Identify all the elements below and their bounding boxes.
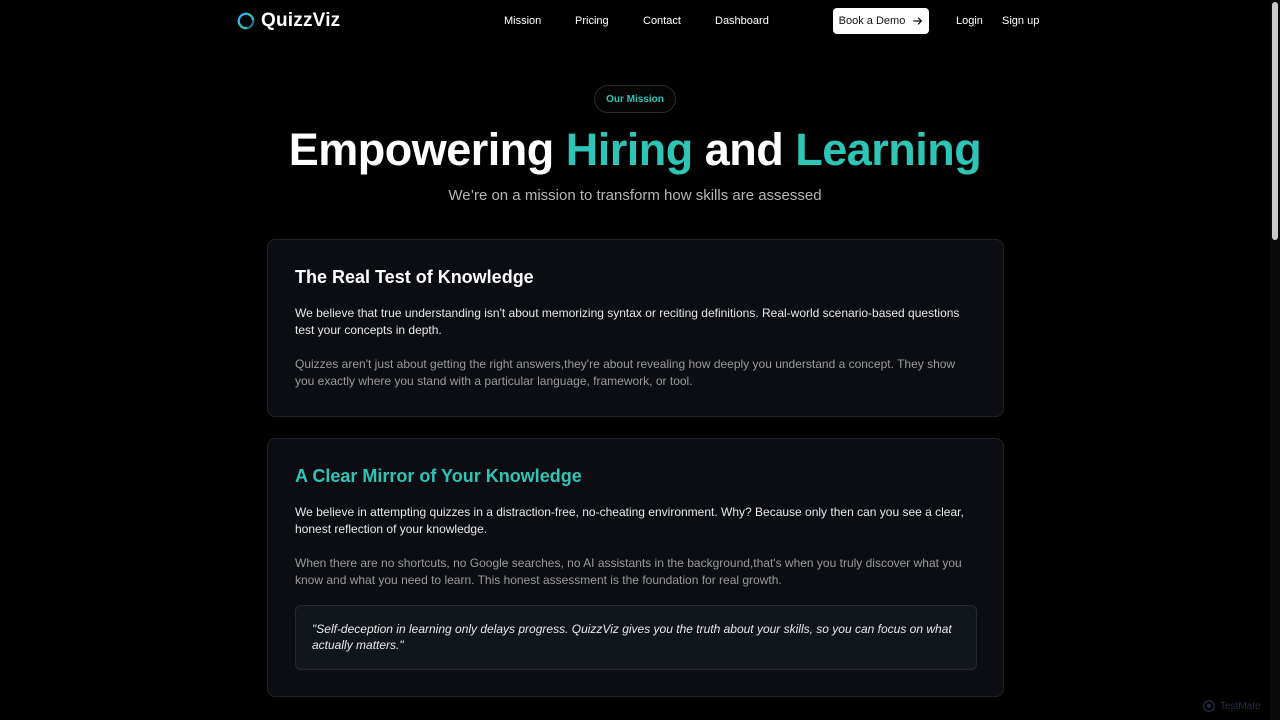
card-paragraph-muted: When there are no shortcuts, no Google s… [295, 556, 962, 587]
nav-link-contact[interactable]: Contact [643, 15, 681, 27]
card-title: The Real Test of Knowledge [295, 267, 534, 287]
scrollbar-thumb[interactable] [1272, 2, 1278, 240]
nav-link-mission[interactable]: Mission [504, 15, 541, 27]
hero-subtitle: We’re on a mission to transform how skil… [448, 187, 822, 204]
watermark-text: TestMate [1220, 700, 1261, 712]
brand-logo[interactable]: QuizzViz [237, 10, 340, 32]
quote-block: "Self-deception in learning only delays … [295, 605, 977, 670]
nav-link-pricing[interactable]: Pricing [575, 15, 609, 27]
top-navigation: QuizzViz Mission Pricing Contact Dashboa… [0, 0, 1270, 42]
card-title: A Clear Mirror of Your Knowledge [295, 466, 582, 486]
book-demo-label: Book a Demo [838, 15, 906, 27]
hero-title-accent-learning: Learning [795, 124, 982, 175]
hero-title: Empowering Hiring and Learning [0, 124, 1270, 176]
book-demo-button[interactable]: Book a Demo [833, 8, 929, 34]
hero-title-part2: and [692, 124, 796, 175]
circular-arrows-logo-icon [237, 12, 255, 30]
watermark: TestMate [1202, 699, 1261, 713]
gear-logo-icon [1203, 700, 1215, 712]
brand-name: QuizzViz [261, 10, 341, 31]
card-paragraph-muted: Quizzes aren't just about getting the ri… [295, 357, 956, 388]
arrow-right-icon [913, 17, 923, 25]
card-paragraph: We believe in attempting quizzes in a di… [295, 505, 964, 536]
our-mission-badge: Our Mission [594, 85, 676, 113]
signup-link[interactable]: Sign up [1002, 15, 1039, 27]
card-clear-mirror: A Clear Mirror of Your Knowledge We beli… [267, 438, 1004, 697]
card-real-test: The Real Test of Knowledge We believe th… [267, 239, 1004, 417]
card-paragraph: We believe that true understanding isn't… [295, 306, 960, 337]
nav-link-dashboard[interactable]: Dashboard [715, 15, 769, 27]
login-link[interactable]: Login [956, 15, 983, 27]
page-scrollbar[interactable] [1270, 0, 1280, 720]
hero-title-accent-hiring: Hiring [565, 124, 694, 175]
hero-title-part1: Empowering [288, 124, 566, 175]
